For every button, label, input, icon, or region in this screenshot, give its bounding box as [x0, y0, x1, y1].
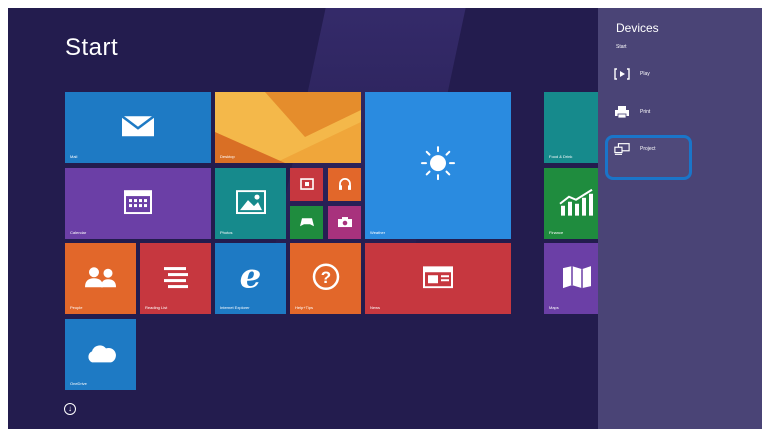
- svg-text:?: ?: [320, 267, 330, 286]
- all-apps-arrow-icon[interactable]: ↓: [64, 403, 76, 415]
- cloud-icon: [84, 343, 118, 363]
- charm-item-label: Print: [640, 109, 651, 115]
- tile-label: Food & Drink: [549, 154, 573, 159]
- tile-label: OneDrive: [70, 381, 87, 386]
- tile-weather[interactable]: Weather: [365, 92, 511, 239]
- tile-desktop[interactable]: Desktop: [215, 92, 361, 163]
- gamepad-icon: [299, 217, 315, 227]
- tile-video[interactable]: [290, 168, 323, 201]
- tile-label: Internet Explorer: [220, 305, 250, 310]
- tile-people[interactable]: People: [65, 243, 136, 314]
- charm-item-print[interactable]: Print: [614, 102, 694, 122]
- tile-label: Help+Tips: [295, 305, 313, 310]
- tile-help-tips[interactable]: ? Help+Tips: [290, 243, 361, 314]
- tile-news[interactable]: News: [365, 243, 511, 314]
- tile-onedrive[interactable]: OneDrive: [65, 319, 136, 390]
- tile-photos[interactable]: Photos: [215, 168, 286, 239]
- tile-label: Calendar: [70, 230, 87, 235]
- tile-label: Weather: [370, 230, 386, 235]
- video-icon: [299, 177, 314, 190]
- project-highlight-frame: [605, 135, 692, 180]
- tile-camera[interactable]: [328, 206, 361, 239]
- tile-label: News: [370, 305, 381, 310]
- devices-charm-panel: Devices Start Play Print Project: [598, 8, 762, 429]
- tile-music[interactable]: [328, 168, 361, 201]
- tile-maps[interactable]: Maps: [544, 243, 598, 314]
- tile-reading-list[interactable]: Reading List: [140, 243, 211, 314]
- calendar-icon: [124, 189, 152, 214]
- headphones-icon: [338, 176, 352, 190]
- tile-label: Reading List: [145, 305, 168, 310]
- picture-icon: [235, 189, 266, 214]
- charm-subtitle: Start: [616, 44, 627, 50]
- tile-label: People: [70, 305, 83, 310]
- chart-up-icon: [559, 187, 595, 216]
- tile-internet-explorer[interactable]: e Internet Explorer: [215, 243, 286, 314]
- list-icon: [162, 265, 190, 289]
- charm-item-play[interactable]: Play: [614, 64, 694, 84]
- play-icon: [614, 67, 630, 81]
- start-title: Start: [65, 34, 119, 61]
- tile-label: Maps: [549, 305, 559, 310]
- people-icon: [84, 266, 118, 288]
- tile-label: Finance: [549, 230, 564, 235]
- charm-item-label: Play: [640, 71, 650, 77]
- tile-label: Desktop: [220, 154, 235, 159]
- sun-icon: [420, 145, 456, 181]
- tile-games[interactable]: [290, 206, 323, 239]
- newspaper-icon: [423, 265, 453, 288]
- start-screen: Start Mail Desktop Weather Food & Drink …: [8, 8, 762, 429]
- envelope-icon: [121, 114, 155, 137]
- tile-food-drink[interactable]: Food & Drink: [544, 92, 598, 163]
- printer-icon: [614, 105, 630, 119]
- help-icon: ?: [312, 262, 340, 290]
- tile-calendar[interactable]: Calendar: [65, 168, 211, 239]
- internet-explorer-icon: e: [239, 255, 262, 296]
- tile-mail[interactable]: Mail: [65, 92, 211, 163]
- charm-title: Devices: [616, 21, 659, 35]
- map-icon: [562, 265, 592, 289]
- tile-finance[interactable]: Finance: [544, 168, 598, 239]
- desktop-wallpaper-image: [215, 92, 361, 163]
- camera-icon: [337, 216, 353, 228]
- tile-label: Photos: [220, 230, 233, 235]
- tile-label: Mail: [70, 154, 78, 159]
